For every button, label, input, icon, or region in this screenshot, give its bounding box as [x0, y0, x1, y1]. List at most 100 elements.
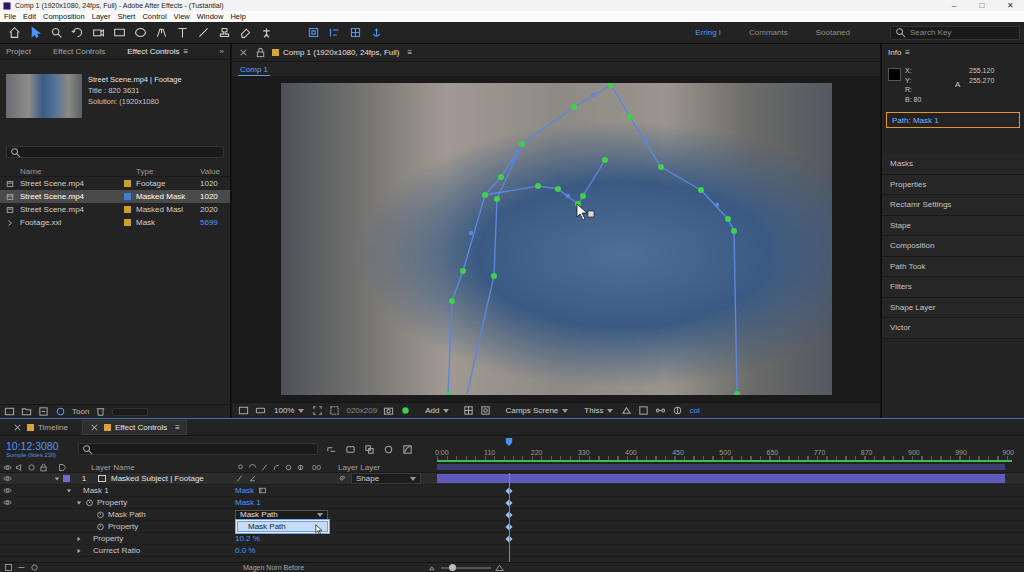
bezier-handle[interactable]	[565, 194, 569, 198]
window-control-button[interactable]: ✕	[996, 0, 1024, 11]
table-row[interactable]: Street Scene.mp4Masked Mask1020	[0, 190, 230, 203]
always-preview-icon[interactable]	[238, 405, 249, 416]
timeline-row[interactable]: 1Masked Subject | FootageShape	[0, 473, 1024, 485]
fast-preview-icon[interactable]	[621, 405, 632, 416]
eye-icon[interactable]	[3, 498, 12, 507]
work-area-bar[interactable]	[437, 460, 1012, 462]
new-composition-icon[interactable]	[38, 406, 49, 417]
visibility-cell[interactable]	[0, 486, 14, 495]
time-zoom-slider[interactable]	[441, 567, 491, 569]
anchor-icon[interactable]	[370, 26, 383, 39]
timeline-tab[interactable]: Timeline	[6, 421, 74, 434]
property-value[interactable]: Mask 1	[235, 498, 261, 507]
panel-list-item[interactable]: Masks	[882, 154, 1024, 175]
column-header[interactable]: Type	[136, 167, 200, 176]
mask-vertex[interactable]	[725, 216, 731, 222]
mask-path-dropdown[interactable]: Mask PathMask Path	[235, 510, 328, 520]
bezier-handle[interactable]	[510, 159, 514, 163]
panel-list-item[interactable]: Stape	[882, 216, 1024, 237]
bezier-handle[interactable]	[590, 93, 594, 97]
mask-path[interactable]	[448, 85, 737, 395]
expand-arrow-icon[interactable]	[76, 500, 82, 506]
composition-breadcrumb-item[interactable]: Comp 1	[238, 65, 270, 76]
menu-item[interactable]: Help	[230, 12, 245, 21]
menu-item[interactable]: Window	[197, 12, 224, 21]
snap-icon[interactable]	[307, 26, 320, 39]
layer-name[interactable]: Property	[93, 534, 123, 543]
mask-path-segment[interactable]	[467, 144, 522, 394]
solo-icon[interactable]	[27, 463, 36, 472]
window-control-button[interactable]: □	[968, 0, 996, 11]
property-value[interactable]: 0.0 %	[235, 546, 255, 555]
collapse-switch-icon[interactable]	[248, 463, 257, 472]
expand-arrow-icon[interactable]	[66, 488, 72, 494]
parent-header[interactable]: Layer Layer	[332, 463, 432, 472]
rectangle-tool-icon[interactable]	[113, 26, 126, 39]
snapshot-camera-icon[interactable]	[383, 405, 394, 416]
time-ruler[interactable]: 0:00110220330400450500650770870900990900	[432, 436, 1024, 462]
layer-name[interactable]: Property	[108, 522, 138, 531]
workspace-tab[interactable]: Sootaned	[816, 26, 850, 39]
view-dropdown[interactable]: Camps Screne	[503, 406, 570, 415]
visibility-cell[interactable]	[0, 474, 14, 483]
stopwatch-icon[interactable]	[96, 522, 105, 531]
column-header[interactable]: Value	[200, 167, 230, 176]
grid-icon[interactable]	[349, 26, 362, 39]
eye-icon[interactable]	[3, 486, 12, 495]
comp-flowchart-icon[interactable]	[326, 444, 337, 455]
bit-depth-label[interactable]: Toon	[72, 407, 89, 416]
layer-name[interactable]: Mask 1	[83, 486, 109, 495]
timeline-tab[interactable]: Effect Controls≡	[82, 420, 187, 435]
brush-tool-icon[interactable]	[197, 26, 210, 39]
tab-menu-button[interactable]: ≡	[175, 423, 180, 432]
timeline-row[interactable]: Mask 1Mask	[0, 485, 1024, 497]
stopwatch-icon[interactable]	[96, 510, 105, 519]
switches-column[interactable]: 00	[312, 463, 321, 472]
mask-vertex[interactable]	[608, 83, 614, 88]
mask-vertex[interactable]	[445, 392, 451, 395]
panel-tab[interactable]: Effect Controls≡	[127, 47, 188, 56]
mask-vertex[interactable]	[482, 192, 488, 198]
zoom-in-mountain-icon[interactable]	[495, 563, 504, 572]
flowchart-icon[interactable]	[655, 405, 666, 416]
selection-tool-icon[interactable]	[29, 26, 42, 39]
rotate-tool-icon[interactable]	[71, 26, 84, 39]
column-header[interactable]: Name	[20, 167, 124, 176]
modes-icon[interactable]	[17, 563, 26, 572]
timeline-row[interactable]: Currect Ratio0.0 %	[0, 545, 1024, 557]
layer-name[interactable]: Masked Subject | Footage	[111, 474, 204, 483]
table-row[interactable]: Street Scene.mp4Footage1020	[0, 177, 230, 190]
menu-item[interactable]: Composition	[43, 12, 85, 21]
exposure-value[interactable]: col	[689, 406, 699, 415]
playhead-handle-icon[interactable]	[505, 437, 513, 447]
bezier-handle[interactable]	[468, 231, 472, 235]
timeline-row[interactable]: Property	[0, 521, 1024, 533]
ellipse-tool-icon[interactable]	[134, 26, 147, 39]
frame-blending-icon[interactable]	[364, 444, 375, 455]
render-time-icon[interactable]	[30, 563, 39, 572]
menu-item[interactable]: Layer	[92, 12, 111, 21]
panel-list-item[interactable]: Shape Layer	[882, 298, 1024, 319]
layer-name-column[interactable]: Layer Name	[91, 463, 135, 472]
graph-editor-icon[interactable]	[402, 444, 413, 455]
property-value[interactable]: 10.2 %	[235, 534, 260, 543]
shy-switch-icon[interactable]	[236, 463, 245, 472]
mask-mode-icon[interactable]	[258, 486, 267, 495]
mask-vertex[interactable]	[571, 104, 577, 110]
region-icon[interactable]	[329, 405, 340, 416]
eye-icon[interactable]	[3, 474, 12, 483]
interpret-footage-icon[interactable]	[4, 406, 15, 417]
expand-arrow-icon[interactable]	[76, 536, 82, 542]
motion-blur-icon[interactable]	[383, 444, 394, 455]
panel-tab[interactable]: Effect Controls	[53, 47, 105, 56]
layer-search-field[interactable]	[78, 443, 318, 455]
align-icon[interactable]	[328, 26, 341, 39]
mask-vertex[interactable]	[460, 268, 466, 274]
label-color-box[interactable]	[124, 219, 131, 226]
eraser-tool-icon[interactable]	[239, 26, 252, 39]
home-tool-icon[interactable]	[8, 26, 21, 39]
camera-tool-icon[interactable]	[92, 26, 105, 39]
info-panel-title[interactable]: Info	[888, 48, 901, 57]
panel-list-item[interactable]: Composition	[882, 236, 1024, 257]
new-folder-icon[interactable]	[21, 406, 32, 417]
